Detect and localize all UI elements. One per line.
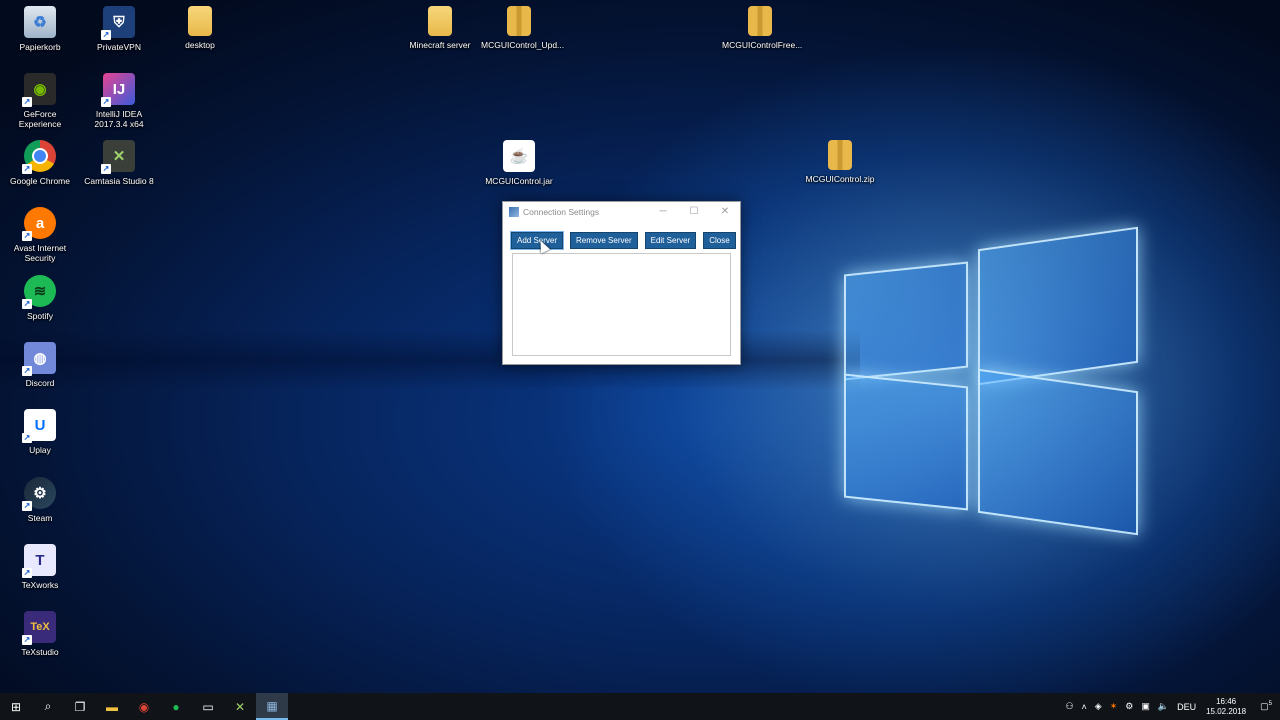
close-button[interactable]: Close xyxy=(703,232,736,249)
camtasia-icon: ✕ xyxy=(234,699,246,714)
maximize-icon[interactable]: ☐ xyxy=(679,202,709,222)
language-indicator[interactable]: DEU xyxy=(1173,702,1200,712)
folder-icon: ▬ xyxy=(106,699,118,714)
edit-server-button[interactable]: Edit Server xyxy=(644,232,697,249)
zip-folder-icon xyxy=(507,6,531,36)
notification-count: 5 xyxy=(1268,701,1272,707)
clock-time: 16:46 xyxy=(1216,696,1237,706)
terminal-icon: ▭ xyxy=(202,699,214,714)
spotify-icon: ≋ xyxy=(22,275,56,309)
desktop-icon-privatevpn[interactable]: ⛨ PrivateVPN xyxy=(81,6,157,52)
people-icon[interactable]: ⚇ xyxy=(1061,701,1077,712)
remove-server-button[interactable]: Remove Server xyxy=(570,232,638,249)
taskbar-chrome[interactable]: ◉ xyxy=(128,693,160,720)
dialog-title: Connection Settings xyxy=(523,207,600,217)
steam-icon: ⚙ xyxy=(22,477,56,511)
close-window-icon[interactable]: ✕ xyxy=(710,202,740,222)
texworks-icon: T xyxy=(22,544,56,578)
task-view-button[interactable]: ❐ xyxy=(64,693,96,720)
desktop-icon-uplay[interactable]: U Uplay xyxy=(2,409,78,455)
app-icon: ▦ xyxy=(266,698,278,713)
volume-icon[interactable]: 🔈 xyxy=(1154,701,1173,712)
desktop-icon-spotify[interactable]: ≋ Spotify xyxy=(2,275,78,321)
search-icon: ⌕ xyxy=(44,699,52,713)
desktop-icon-mcguicontrolfree[interactable]: MCGUIControlFree... xyxy=(722,6,802,50)
system-tray: ⚇ ˄ ◈ ✶ ⚙ ▣ 🔈 DEU 16:46 15.02.2018 ▢5 xyxy=(1061,693,1280,720)
desktop-icon-texstudio[interactable]: TeX TeXstudio xyxy=(2,611,78,657)
search-button[interactable]: ⌕ xyxy=(32,693,64,720)
desktop-icon-papierkorb[interactable]: ♻ Papierkorb xyxy=(2,6,78,52)
desktop-icon-texworks[interactable]: T TeXworks xyxy=(2,544,78,590)
avast-tray-icon[interactable]: ✶ xyxy=(1106,701,1122,712)
geforce-icon: ◉ xyxy=(22,73,56,107)
taskbar-spotify[interactable]: ● xyxy=(160,693,192,720)
dropbox-icon[interactable]: ◈ xyxy=(1091,701,1106,712)
desktop-icon-discord[interactable]: ◍ Discord xyxy=(2,342,78,388)
server-list[interactable] xyxy=(512,253,731,356)
recycle-bin-icon: ♻ xyxy=(24,6,56,38)
windows-start-icon: ⊞ xyxy=(10,699,22,714)
clock-date: 15.02.2018 xyxy=(1206,706,1247,716)
chrome-icon: ◉ xyxy=(138,699,150,714)
desktop-icon-camtasia[interactable]: ✕ Camtasia Studio 8 xyxy=(81,140,157,186)
network-icon[interactable]: ▣ xyxy=(1137,701,1154,712)
intellij-icon: IJ xyxy=(101,73,135,107)
folder-icon xyxy=(188,6,212,36)
taskbar-mcguicontrol[interactable]: ▦ xyxy=(256,693,288,720)
steam-tray-icon[interactable]: ⚙ xyxy=(1121,701,1137,712)
desktop-icon-mcguicontrol-upd[interactable]: MCGUIControl_Upd... xyxy=(481,6,564,50)
taskbar-explorer[interactable]: ▬ xyxy=(96,693,128,720)
avast-icon: a xyxy=(22,207,56,241)
notification-center-icon[interactable]: ▢5 xyxy=(1252,701,1280,712)
desktop-icon-desktop[interactable]: desktop xyxy=(162,6,238,50)
connection-settings-dialog: Connection Settings ─ ☐ ✕ Add Server Rem… xyxy=(502,201,741,365)
desktop-icon-minecraft-server[interactable]: Minecraft server xyxy=(402,6,478,50)
desktop-icon-avast[interactable]: a Avast Internet Security xyxy=(2,207,78,263)
desktop-icon-chrome[interactable]: Google Chrome xyxy=(2,140,78,186)
camtasia-icon: ✕ xyxy=(101,140,135,174)
zip-folder-icon xyxy=(748,6,772,36)
java-jar-icon: ☕ xyxy=(503,140,535,172)
task-view-icon: ❐ xyxy=(74,699,86,714)
taskbar-terminal[interactable]: ▭ xyxy=(192,693,224,720)
spotify-icon: ● xyxy=(172,699,180,714)
clock[interactable]: 16:46 15.02.2018 xyxy=(1200,697,1252,717)
chrome-icon xyxy=(22,140,56,174)
desktop-icon-steam[interactable]: ⚙ Steam xyxy=(2,477,78,523)
start-button[interactable]: ⊞ xyxy=(0,693,32,720)
uplay-icon: U xyxy=(22,409,56,443)
chevron-up-icon[interactable]: ˄ xyxy=(1078,702,1091,712)
minimize-icon[interactable]: ─ xyxy=(648,202,678,222)
taskbar: ⊞ ⌕ ❐ ▬ ◉ ● ▭ ✕ ▦ ⚇ ˄ ◈ ✶ ⚙ ▣ 🔈 DEU 16:4… xyxy=(0,693,1280,720)
texstudio-icon: TeX xyxy=(22,611,56,645)
desktop-icon-mcguicontrol-zip[interactable]: MCGUIControl.zip xyxy=(802,140,878,184)
desktop-icon-intellij[interactable]: IJ IntelliJ IDEA 2017.3.4 x64 xyxy=(81,73,157,129)
desktop-icon-mcguicontrol-jar[interactable]: ☕ MCGUIControl.jar xyxy=(481,140,557,186)
dialog-titlebar[interactable]: Connection Settings ─ ☐ ✕ xyxy=(503,202,740,222)
taskbar-camtasia[interactable]: ✕ xyxy=(224,693,256,720)
zip-folder-icon xyxy=(828,140,852,170)
windows-logo-wallpaper xyxy=(840,226,1140,536)
app-icon xyxy=(509,207,519,217)
desktop-icon-geforce[interactable]: ◉ GeForce Experience xyxy=(2,73,78,129)
discord-icon: ◍ xyxy=(22,342,56,376)
vpn-shield-icon: ⛨ xyxy=(101,6,135,40)
folder-icon xyxy=(428,6,452,36)
